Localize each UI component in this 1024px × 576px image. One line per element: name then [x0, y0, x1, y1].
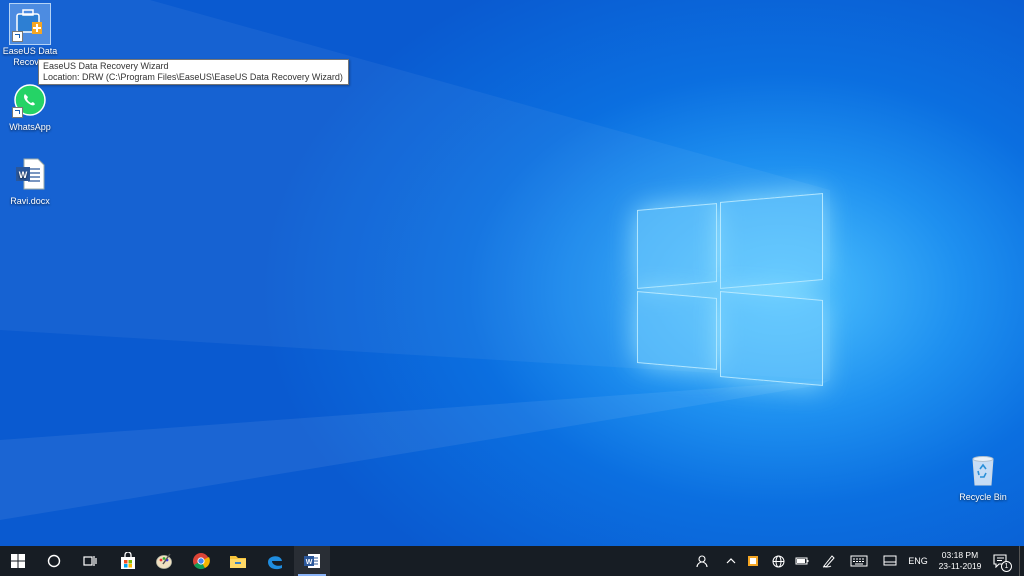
whatsapp-icon — [10, 80, 50, 120]
svg-text:W: W — [19, 170, 28, 180]
tooltip-location: Location: DRW (C:\Program Files\EaseUS\E… — [43, 72, 343, 82]
tablet-mode-button[interactable] — [879, 546, 901, 576]
people-icon — [696, 555, 708, 568]
tray-app-icon — [748, 556, 758, 566]
touch-keyboard-button[interactable] — [847, 546, 871, 576]
people-button[interactable] — [692, 546, 714, 576]
file-explorer-button[interactable] — [220, 546, 256, 576]
show-hidden-icons-button[interactable] — [722, 546, 740, 576]
task-view-icon — [83, 556, 97, 566]
chrome-icon — [193, 553, 210, 570]
battery-icon — [795, 557, 809, 565]
show-desktop-button[interactable] — [1019, 546, 1024, 576]
pen-icon — [822, 555, 835, 568]
chevron-up-icon — [726, 558, 736, 564]
paint-icon — [156, 553, 172, 569]
edge-icon — [268, 556, 282, 570]
tray-app-button[interactable] — [744, 546, 762, 576]
globe-icon — [772, 555, 784, 567]
clock-date: 23-11-2019 — [938, 561, 982, 571]
desktop-background[interactable]: EaseUS Data Recover WhatsApp W Ravi.docx — [0, 0, 1024, 546]
store-icon — [121, 552, 135, 569]
start-button[interactable] — [0, 546, 36, 576]
recycle-bin-icon — [963, 450, 1003, 490]
search-icon — [47, 554, 61, 568]
notification-badge: 1 — [1001, 561, 1012, 572]
tooltip: EaseUS Data Recovery Wizard Location: DR… — [38, 59, 349, 85]
desktop-icon-ravi-docx[interactable]: W Ravi.docx — [0, 154, 60, 207]
language-indicator: ENG — [908, 556, 928, 566]
task-view-button[interactable] — [72, 546, 108, 576]
clock-button[interactable]: 03:18 PM 23-11-2019 — [934, 550, 986, 572]
battery-button[interactable] — [792, 546, 812, 576]
svg-text:W: W — [306, 559, 313, 566]
desktop-icon-label: WhatsApp — [9, 122, 51, 132]
file-explorer-icon — [230, 556, 246, 568]
easeus-icon — [9, 3, 51, 45]
edge-button[interactable] — [257, 546, 293, 576]
network-button[interactable] — [768, 546, 788, 576]
search-button[interactable] — [36, 546, 72, 576]
desktop-icon-whatsapp[interactable]: WhatsApp — [0, 80, 60, 133]
start-icon — [11, 554, 25, 568]
chrome-button[interactable] — [183, 546, 219, 576]
input-language-button[interactable]: ENG — [904, 546, 932, 576]
word-icon: W — [304, 554, 320, 568]
keyboard-icon — [850, 555, 868, 567]
clock-time: 03:18 PM — [941, 550, 979, 560]
desktop-icon-label: Ravi.docx — [10, 196, 50, 206]
tooltip-title: EaseUS Data Recovery Wizard — [43, 61, 169, 71]
display-icon — [883, 555, 897, 566]
action-center-button[interactable]: 1 — [988, 546, 1014, 576]
word-document-icon: W — [10, 154, 50, 194]
word-button[interactable]: W — [294, 546, 330, 576]
paint-button[interactable] — [146, 546, 182, 576]
pen-workspace-button[interactable] — [818, 546, 840, 576]
desktop-icon-recycle-bin[interactable]: Recycle Bin — [953, 450, 1013, 503]
desktop-icon-label: Recycle Bin — [959, 492, 1007, 502]
taskbar: W ENG 03:18 PM 23-11-2019 1 — [0, 546, 1024, 576]
microsoft-store-button[interactable] — [110, 546, 146, 576]
